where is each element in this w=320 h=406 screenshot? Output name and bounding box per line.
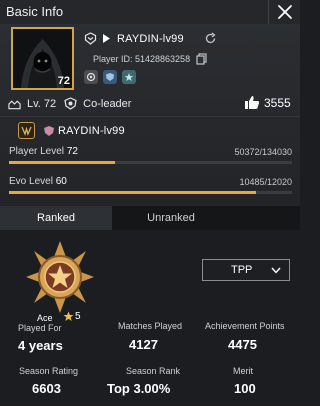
chevron-down-icon [271,267,281,274]
stat-season-rating-label: Season Rating [19,366,79,376]
evo-level-xp: 10485/12020 [239,177,292,187]
arrow-right-icon [100,32,113,45]
mode-select[interactable]: TPP [202,259,290,281]
stat-achievement-points-value: 4475 [228,337,257,352]
stat-season-rank-value: Top 3.00% [107,381,171,396]
window-title: Basic Info [6,4,64,19]
clan-role: Co-leader [83,97,132,110]
badge-shield-icon[interactable] [103,70,117,84]
tab-ranked[interactable]: Ranked [0,206,112,230]
clan-tag-icon [43,125,55,137]
player-level-label: Player Level 72 [9,146,78,157]
mode-tabs: Ranked Unranked [0,206,300,230]
evo-level-progress [9,191,292,194]
stat-played-for-value: 4 years [18,338,63,353]
badge-crest-icon[interactable] [84,70,98,84]
star-icon [63,311,74,321]
star-count: 5 [75,311,81,322]
divider [0,116,300,117]
evo-level-label: Evo Level 60 [9,176,67,187]
tab-unranked[interactable]: Unranked [112,206,230,230]
likes-count: 3555 [264,95,291,110]
co-leader-icon [64,97,77,110]
player-id: Player ID: 51428863258 [93,53,191,64]
player-level-label-text: Player Level [9,146,65,157]
stat-merit-label: Merit [233,366,253,376]
clan-name: RAYDIN-lv99 [58,124,125,137]
header-bar: Basic Info [0,0,300,24]
stat-merit-value: 100 [234,381,256,396]
player-name-row: RAYDIN-lv99 [84,32,184,45]
player-level-progress-fill [9,161,116,164]
ace-tier-badge-icon [26,241,94,313]
badge-star-icon[interactable] [122,70,136,84]
player-name: RAYDIN-lv99 [117,32,184,45]
stat-matches-played-value: 4127 [129,337,158,352]
evo-level-progress-fill [9,191,256,194]
badges-row [84,70,141,84]
stat-achievement-points-label: Achievement Points [205,321,285,331]
refresh-icon[interactable] [204,32,217,45]
avatar[interactable]: 72 [11,27,74,90]
rank-chevron-icon [84,32,97,45]
evo-level-label-text: Evo Level [9,176,53,187]
player-level-value: 72 [66,146,78,157]
close-button[interactable] [268,0,300,24]
stat-season-rating-value: 6603 [32,381,61,396]
player-level-xp: 50372/134030 [234,147,292,157]
stat-season-rank-label: Season Rank [126,366,181,376]
tier-name: Ace [37,313,53,323]
likes-counter[interactable]: 3555 [244,95,291,110]
player-level-progress [9,161,292,164]
stat-played-for-label: Played For [18,323,62,333]
level-role-row: Lv. 72 Co-leader [8,97,131,110]
close-icon [278,5,292,19]
mode-select-value: TPP [231,264,253,276]
copy-icon[interactable] [195,52,208,65]
player-level-short: Lv. 72 [27,97,57,110]
stat-matches-played-label: Matches Played [118,321,183,331]
evo-level-value: 60 [55,176,67,187]
player-id-row: Player ID: 51428863258 [93,52,208,65]
level-icon [8,97,21,110]
clan-emblem-icon [18,122,35,139]
clan-row[interactable]: RAYDIN-lv99 [18,122,125,139]
thumbs-up-icon [244,95,260,110]
avatar-level: 72 [57,75,70,87]
